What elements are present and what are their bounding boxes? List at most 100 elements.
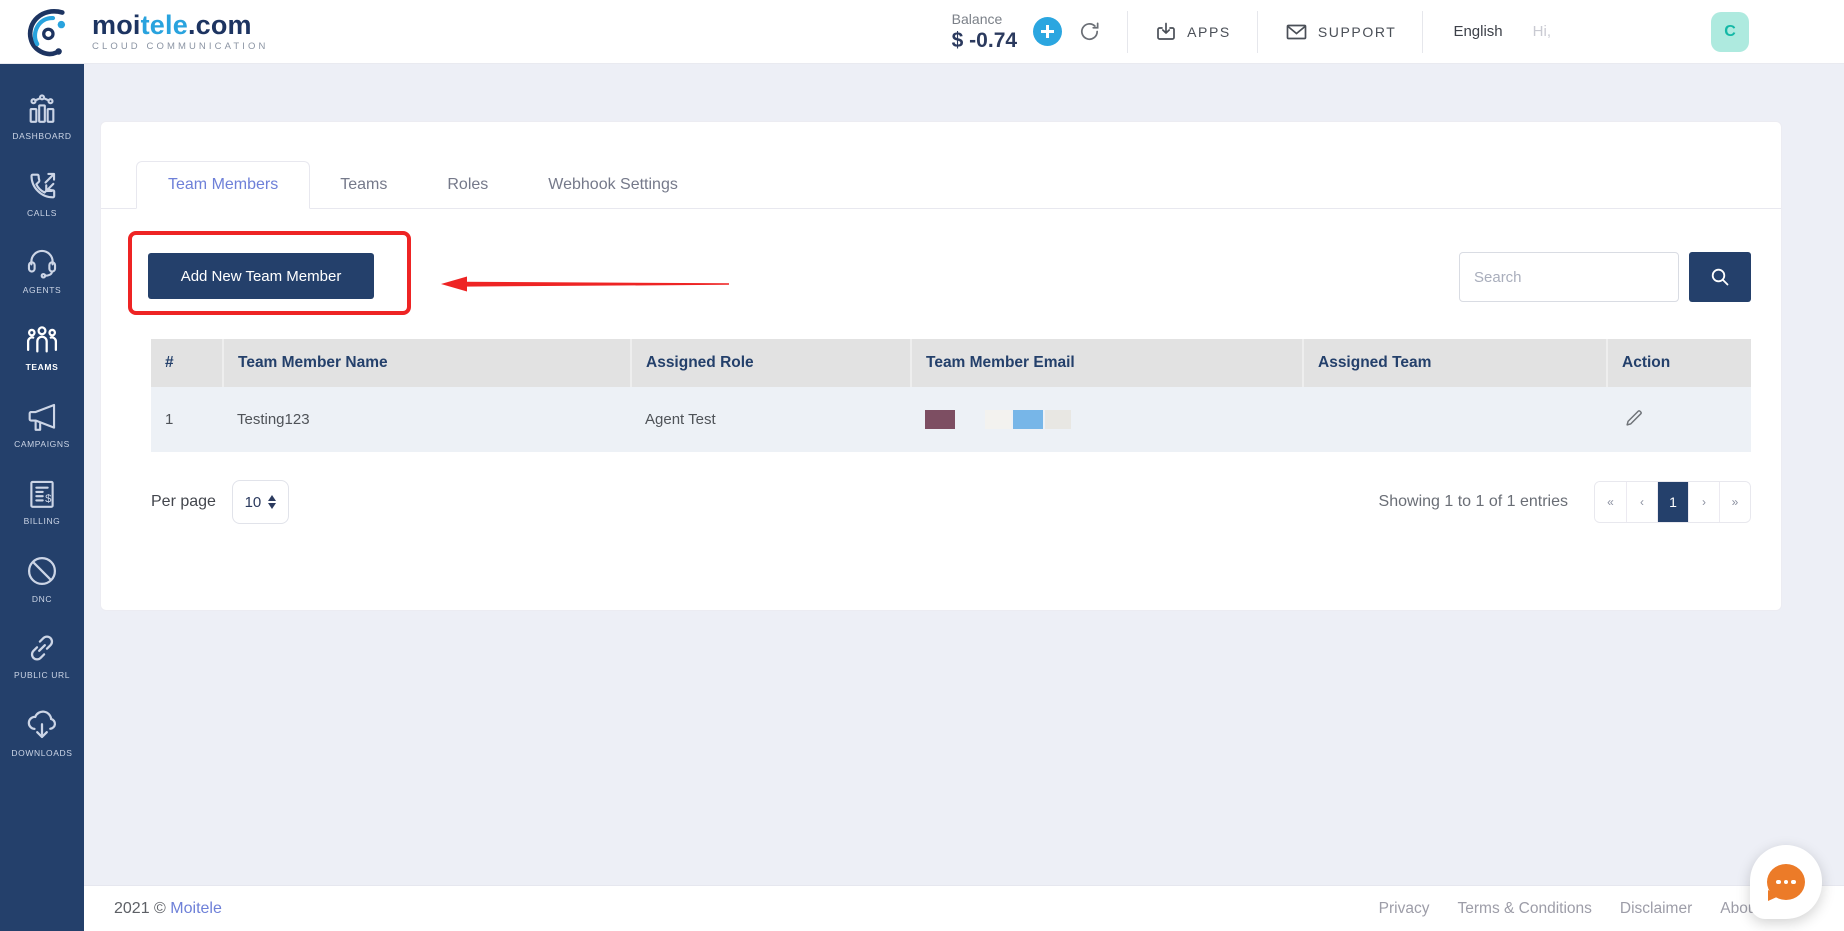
sidebar-item-campaigns[interactable]: CAMPAIGNS [0, 386, 84, 463]
redaction-block [925, 410, 955, 429]
svg-text:$: $ [45, 493, 52, 505]
sidebar-item-dashboard[interactable]: DASHBOARD [0, 78, 84, 155]
avatar[interactable]: C [1711, 11, 1749, 52]
redaction-block [1045, 410, 1071, 429]
column-header-team: Assigned Team [1302, 339, 1607, 387]
support-label: SUPPORT [1317, 23, 1397, 40]
footer-links: Privacy Terms & Conditions Disclaimer Ab… [1379, 900, 1784, 918]
sidebar-item-dnc[interactable]: DNC [0, 540, 84, 617]
cell-team [1303, 387, 1607, 452]
spinner-arrows-icon [268, 495, 277, 509]
copyright-text: 2021 © Moitele [114, 900, 222, 918]
tab-team-members[interactable]: Team Members [136, 161, 311, 209]
search-icon [1711, 268, 1729, 286]
per-page-label: Per page [151, 493, 216, 510]
column-header-name: Team Member Name [222, 339, 631, 387]
balance-block: Balance $ -0.74 [952, 11, 1017, 53]
search-input[interactable] [1459, 252, 1679, 302]
logo-text: moitele.com CLOUD COMMUNICATION [92, 9, 269, 52]
add-balance-button[interactable] [1033, 17, 1063, 46]
sidebar-item-label: DNC [31, 594, 53, 604]
sidebar-item-label: CALLS [27, 208, 57, 218]
logo-tagline: CLOUD COMMUNICATION [92, 40, 269, 52]
tab-roles[interactable]: Roles [417, 162, 518, 208]
per-page-value: 10 [244, 493, 262, 511]
teams-card: Team Members Teams Roles Webhook Setting… [100, 121, 1782, 611]
column-header-index: # [151, 339, 223, 387]
phone-arrows-icon [30, 172, 56, 199]
page-footer: 2021 © Moitele Privacy Terms & Condition… [84, 885, 1844, 931]
footer-link-disclaimer[interactable]: Disclaimer [1620, 900, 1692, 918]
chat-launcher-button[interactable] [1750, 845, 1822, 919]
column-header-email: Team Member Email [910, 339, 1303, 387]
pagination-last-button[interactable]: » [1719, 482, 1750, 522]
copyright-prefix: 2021 © [114, 899, 166, 917]
balance-label: Balance [951, 10, 1003, 27]
pagination-prev-button[interactable]: ‹ [1626, 482, 1657, 522]
pagination-next-button[interactable]: › [1688, 482, 1719, 522]
edit-row-button[interactable] [1621, 405, 1647, 434]
megaphone-icon [28, 403, 56, 431]
user-greeting: Hi, [1532, 23, 1551, 40]
footer-link-terms[interactable]: Terms & Conditions [1458, 900, 1592, 918]
entries-summary: Showing 1 to 1 of 1 entries [1378, 493, 1568, 510]
column-header-action: Action [1606, 339, 1751, 387]
pagination-page-1-button[interactable]: 1 [1657, 482, 1688, 522]
sidebar-item-downloads[interactable]: DOWNLOADS [0, 694, 84, 771]
sidebar-item-label: AGENTS [22, 285, 62, 295]
sidebar-item-label: PUBLIC URL [13, 670, 71, 680]
chat-bubble-icon [1767, 864, 1805, 900]
team-members-table: # Team Member Name Assigned Role Team Me… [151, 339, 1751, 452]
search-area [1459, 252, 1751, 302]
apps-tray-icon [1157, 22, 1175, 40]
redaction-block [985, 410, 1011, 429]
sidebar-item-label: DOWNLOADS [11, 748, 73, 758]
refresh-balance-button[interactable] [1078, 20, 1101, 43]
footer-link-privacy[interactable]: Privacy [1379, 900, 1430, 918]
chain-link-icon [30, 635, 54, 661]
sidebar-item-billing[interactable]: $ BILLING [0, 463, 84, 540]
invoice-dollar-icon: $ [30, 480, 54, 508]
sidebar-item-label: BILLING [23, 516, 61, 526]
redaction-block [1013, 410, 1043, 429]
footer-brand-link[interactable]: Moitele [170, 900, 222, 917]
sidebar-item-label: CAMPAIGNS [14, 439, 70, 449]
logo[interactable]: moitele.com CLOUD COMMUNICATION [22, 6, 268, 58]
tab-teams[interactable]: Teams [310, 162, 417, 208]
apps-label: APPS [1187, 23, 1231, 40]
apps-menu-button[interactable]: APPS [1128, 20, 1257, 44]
sidebar-item-teams[interactable]: TEAMS [0, 309, 84, 386]
annotation-highlight-box [128, 231, 411, 315]
cell-name: Testing123 [223, 387, 631, 452]
cell-role: Agent Test [631, 387, 911, 452]
pagination-first-button[interactable]: « [1595, 482, 1626, 522]
sidebar-item-label: TEAMS [25, 362, 59, 372]
sidebar-item-label: DASHBOARD [12, 131, 72, 141]
logo-swirl-icon [27, 8, 66, 56]
cell-email-redacted [911, 387, 1303, 452]
column-header-role: Assigned Role [630, 339, 911, 387]
annotation-arrow [441, 276, 729, 292]
sidebar-item-public-url[interactable]: PUBLIC URL [0, 617, 84, 694]
logo-brand-prefix: moi [92, 9, 141, 40]
pencil-edit-icon [1626, 410, 1642, 426]
table-row: 1 Testing123 Agent Test [151, 387, 1751, 452]
envelope-icon [1286, 24, 1307, 39]
search-button[interactable] [1689, 252, 1751, 302]
tab-bar: Team Members Teams Roles Webhook Setting… [101, 159, 1781, 209]
support-button[interactable]: SUPPORT [1258, 20, 1423, 44]
tab-webhook-settings[interactable]: Webhook Settings [518, 162, 708, 208]
refresh-icon [1081, 22, 1099, 40]
people-group-icon [26, 326, 58, 353]
table-footer: Per page 10 Showing 1 to 1 of 1 entries … [151, 474, 1751, 530]
logo-brand-mid: tele [140, 9, 188, 40]
blocked-circle-icon [27, 556, 57, 586]
balance-value: $ -0.74 [951, 28, 1018, 52]
dashboard-chart-icon [29, 94, 55, 123]
sidebar-item-calls[interactable]: CALLS [0, 155, 84, 232]
language-selector[interactable]: English [1423, 23, 1532, 40]
per-page-select[interactable]: 10 [231, 480, 289, 524]
sidebar-item-agents[interactable]: AGENTS [0, 232, 84, 309]
table-header-row: # Team Member Name Assigned Role Team Me… [151, 339, 1751, 387]
pagination: « ‹ 1 › » [1594, 481, 1751, 523]
